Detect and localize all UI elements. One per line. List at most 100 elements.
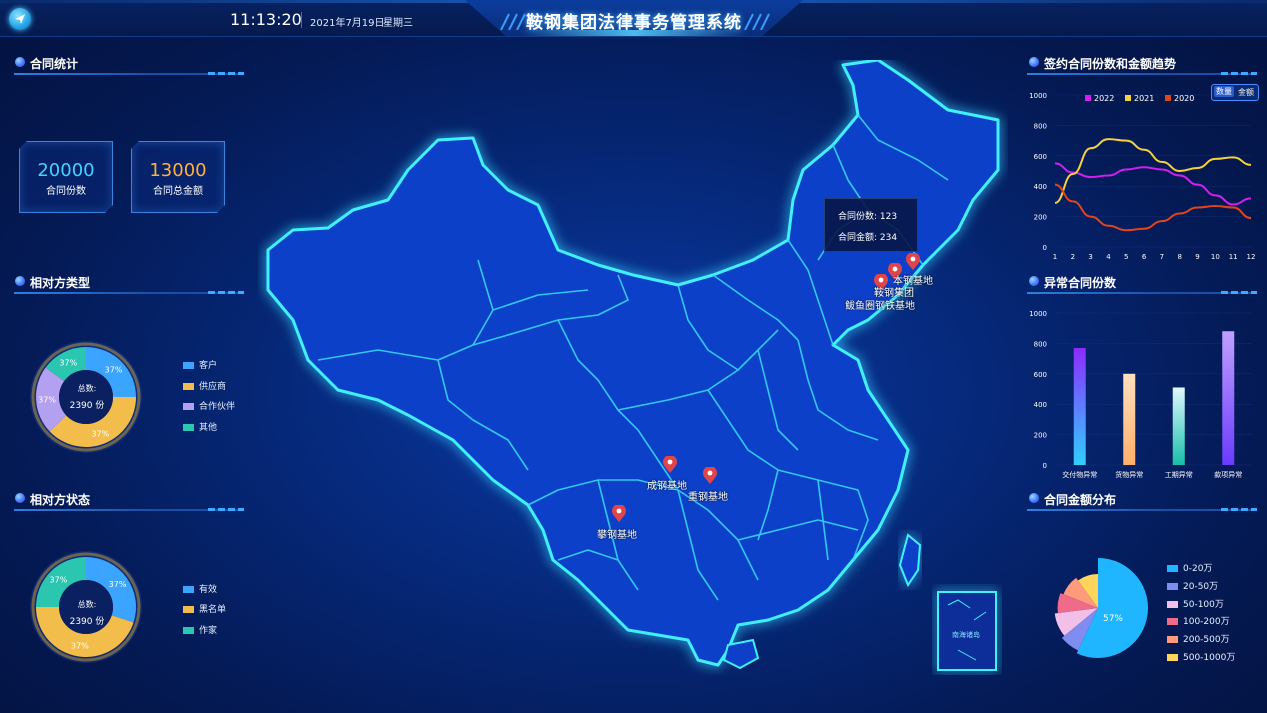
- kpi-label: 合同份数: [46, 186, 86, 197]
- legend-item: 200-500万: [1167, 632, 1230, 645]
- trend-line-chart: 020040060080010001 2 3 4 5 6 7 8 9 10 11 122022 2021…: [1029, 92, 1256, 261]
- china-map[interactable]: [258, 60, 1008, 675]
- series-line: [1054, 183, 1252, 232]
- legend-item: 20-50万: [1167, 579, 1218, 592]
- section-title: 合同金额分布: [1044, 493, 1117, 507]
- legend-item: 客户: [183, 358, 217, 371]
- bullet-icon: [1029, 493, 1039, 503]
- donut-center-value: 2390 份: [69, 401, 105, 411]
- x-tick-label: 2: [1071, 253, 1075, 261]
- section-trend: 签约合同份数和金额趋势: [1029, 55, 1259, 71]
- section-underline: [14, 292, 240, 294]
- y-tick-label: 0: [1043, 462, 1047, 470]
- legend-item: 合作伙伴: [183, 399, 235, 412]
- legend-swatch: [1085, 95, 1091, 101]
- map-taiwan: [898, 533, 922, 588]
- donut-center-label: 总数:: [77, 600, 97, 609]
- pin-label: 重钢基地: [688, 492, 728, 503]
- bullet-icon: [15, 276, 25, 286]
- x-tick-label: 工期异常: [1165, 470, 1193, 479]
- kpi-contract-count[interactable]: 20000 合同份数: [19, 141, 113, 213]
- x-tick-label: 5: [1124, 253, 1128, 261]
- bar: [1073, 347, 1086, 465]
- section-underline: [14, 73, 240, 75]
- x-tick-label: 货物异常: [1115, 470, 1143, 479]
- y-tick-label: 200: [1034, 214, 1047, 222]
- donut-center-label: 总数:: [77, 384, 97, 393]
- section-underline-dash: [208, 72, 244, 75]
- section-title: 相对方类型: [30, 276, 91, 290]
- x-tick-label: 10: [1211, 253, 1220, 261]
- bar: [1123, 373, 1136, 465]
- x-tick-label: 1: [1053, 253, 1057, 261]
- legend-item: 0-20万: [1167, 561, 1212, 574]
- map-pin-icon[interactable]: [611, 505, 627, 523]
- x-tick-label: 交付物异常: [1062, 470, 1097, 479]
- x-tick-label: 6: [1142, 253, 1147, 261]
- legend-item: 其他: [183, 420, 217, 433]
- legend-item: 供应商: [183, 379, 226, 392]
- legend-label: 2020: [1174, 94, 1194, 103]
- series-line: [1054, 162, 1252, 206]
- legend-swatch: [1125, 95, 1131, 101]
- pin-label: 成钢基地: [647, 481, 687, 492]
- y-tick-label: 800: [1034, 340, 1047, 348]
- slice-label: 37%: [59, 358, 77, 367]
- y-tick-label: 600: [1034, 153, 1047, 161]
- x-tick-label: 9: [1195, 253, 1199, 261]
- y-tick-label: 1000: [1029, 310, 1047, 318]
- map-pin-icon[interactable]: [662, 456, 678, 474]
- pin-label: 鲅鱼圈钢铁基地: [845, 301, 915, 312]
- legend-item: 黑名单: [183, 602, 226, 615]
- y-tick-label: 1000: [1029, 92, 1047, 100]
- slice-label: 37%: [109, 580, 127, 589]
- top-bar: 11:13:20 2021年7月19日 星期三 鞍钢集团法律事务管理系统: [0, 0, 1267, 37]
- map-pin-icon[interactable]: [702, 467, 718, 485]
- y-tick-label: 400: [1034, 401, 1047, 409]
- y-tick-label: 800: [1034, 122, 1047, 130]
- bullet-icon: [1029, 276, 1039, 286]
- y-tick-label: 0: [1043, 244, 1047, 252]
- section-underline-dash: [208, 508, 244, 511]
- slice-label: 37%: [50, 575, 68, 584]
- clock-time: 11:13:20: [230, 10, 302, 29]
- slice-label: 37%: [105, 365, 123, 374]
- section-counterparty-status: 相对方状态: [15, 491, 235, 507]
- bullet-icon: [15, 57, 25, 67]
- map-country-outline: [266, 60, 1000, 667]
- kpi-value: 13000: [149, 160, 207, 181]
- section-counterparty-type: 相对方类型: [15, 274, 235, 290]
- divider: [301, 12, 302, 28]
- slice-label: 37%: [91, 429, 109, 438]
- section-contract-stats: 合同统计: [15, 55, 235, 71]
- section-title: 签约合同份数和金额趋势: [1044, 57, 1177, 71]
- map-hainan: [722, 638, 760, 670]
- slice-label: 37%: [71, 642, 89, 651]
- map-tooltip: 合同份数: 123 合同金额: 234: [824, 198, 918, 252]
- clock-date: 2021年7月19日: [310, 18, 385, 29]
- kpi-value: 20000: [37, 160, 95, 181]
- donut-center-value: 2390 份: [69, 617, 105, 627]
- section-underline-dash: [1221, 508, 1257, 511]
- legend-label: 2022: [1094, 94, 1114, 103]
- bullet-icon: [15, 493, 25, 503]
- bar: [1222, 331, 1235, 465]
- section-underline-dash: [208, 291, 244, 294]
- x-tick-label: 3: [1088, 253, 1092, 261]
- legend-swatch: [1165, 95, 1171, 101]
- y-tick-label: 200: [1034, 432, 1047, 440]
- x-tick-label: 12: [1247, 253, 1256, 261]
- y-tick-label: 600: [1034, 371, 1047, 379]
- x-tick-label: 4: [1106, 253, 1111, 261]
- legend-item: 100-200万: [1167, 614, 1230, 627]
- kpi-contract-amount[interactable]: 13000 合同总金额: [131, 141, 225, 213]
- tooltip-row: 合同金额: 234: [838, 233, 898, 243]
- page-title: 鞍钢集团法律事务管理系统: [526, 13, 742, 33]
- legend-item: 作家: [183, 623, 217, 636]
- navigation-icon[interactable]: [9, 8, 31, 30]
- x-tick-label: 8: [1177, 253, 1181, 261]
- bar: [1172, 387, 1185, 465]
- map-pin-icon[interactable]: [905, 253, 921, 271]
- legend-item: 有效: [183, 582, 217, 595]
- slice-label: 57%: [1103, 614, 1123, 624]
